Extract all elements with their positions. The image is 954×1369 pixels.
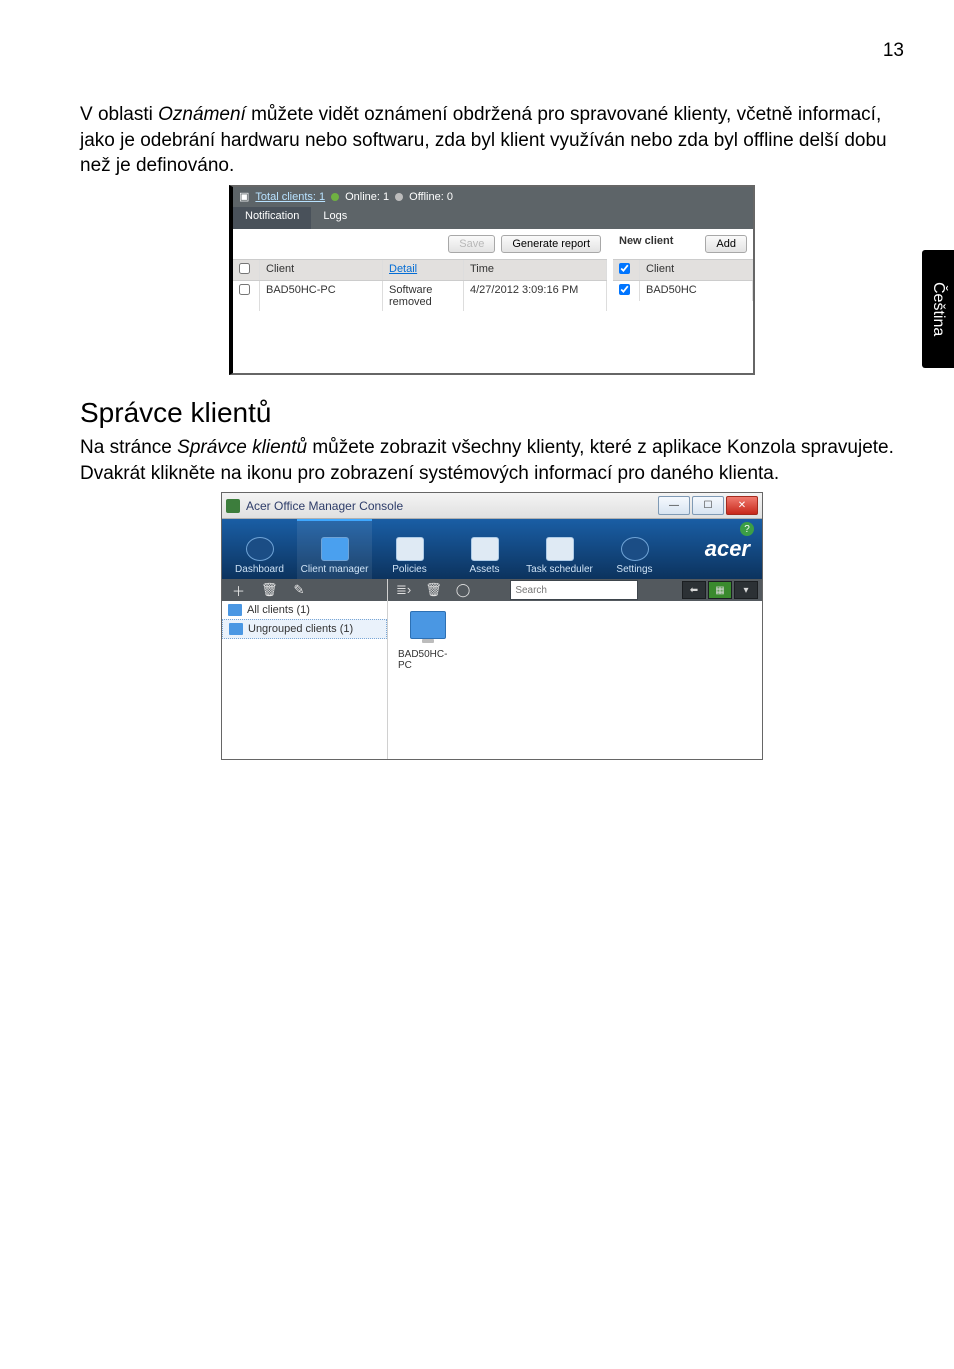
delete-client-icon[interactable]: 🗑 (425, 582, 442, 598)
dashboard-icon (246, 537, 274, 561)
nav-bar: Dashboard Client manager Policies Assets… (222, 519, 762, 579)
col-client[interactable]: Client (260, 260, 383, 280)
tab-logs[interactable]: Logs (311, 207, 359, 229)
group-icon (229, 623, 243, 635)
client-status-bar: ▣ Total clients: 1 Online: 1 Offline: 0 (233, 187, 753, 207)
col-time[interactable]: Time (464, 260, 607, 280)
client-label: BAD50HC-PC (398, 649, 458, 671)
nav-settings[interactable]: Settings (597, 519, 672, 579)
task-scheduler-icon (546, 537, 574, 561)
select-all-checkbox[interactable] (239, 263, 250, 274)
new-client-panel: New client Add Client BAD50HC (613, 229, 753, 361)
sidebar-item-ungrouped[interactable]: Ungrouped clients (1) (222, 619, 387, 639)
screenshot-client-manager: Acer Office Manager Console — ☐ ✕ ? Dash… (221, 492, 763, 760)
save-button: Save (448, 235, 495, 253)
right-select-all-checkbox[interactable] (619, 263, 630, 274)
total-clients-link[interactable]: Total clients: 1 (255, 191, 325, 203)
screenshot-notification: ▣ Total clients: 1 Online: 1 Offline: 0 … (229, 185, 755, 375)
client-manager-icon (321, 537, 349, 561)
language-tab: Čeština (922, 250, 954, 368)
notification-panel: Save Generate report Client Detail Time … (233, 229, 607, 361)
para2-italic: Správce klientů (177, 437, 307, 458)
group-icon (228, 604, 242, 616)
nav-policies[interactable]: Policies (372, 519, 447, 579)
nav-assets[interactable]: Assets (447, 519, 522, 579)
right-col-client[interactable]: Client (640, 260, 753, 280)
add-group-icon[interactable]: ＋ (232, 581, 245, 600)
nav-policies-label: Policies (392, 564, 426, 575)
para1-italic: Oznámení (158, 104, 246, 125)
settings-icon (621, 537, 649, 561)
tab-notification[interactable]: Notification (233, 207, 311, 229)
nav-dashboard-label: Dashboard (235, 564, 284, 575)
grid-view-button[interactable]: ▦ (708, 581, 732, 599)
row-checkbox[interactable] (239, 284, 250, 295)
page-number: 13 (80, 40, 904, 62)
assets-icon (471, 537, 499, 561)
move-icon[interactable]: ≣› (396, 582, 411, 598)
edit-group-icon[interactable]: ✎ (294, 582, 305, 598)
sidebar-item-label: Ungrouped clients (1) (248, 623, 353, 635)
add-button[interactable]: Add (705, 235, 747, 253)
heading-client-manager: Správce klientů (80, 397, 904, 429)
right-row-client: BAD50HC (640, 281, 753, 301)
online-dot-icon (331, 193, 339, 201)
offline-count: Offline: 0 (409, 191, 453, 203)
paragraph-1: V oblasti Oznámení můžete vidět oznámení… (80, 102, 904, 179)
sidebar: ＋ 🗑 ✎ All clients (1) Ungrouped clients … (222, 579, 388, 759)
sidebar-toolbar: ＋ 🗑 ✎ (222, 579, 387, 601)
content-toolbar: ≣› 🗑 ◯ ⬅ ▦ ▾ (388, 579, 762, 601)
grid-header: Client Detail Time (233, 259, 607, 281)
nav-settings-label: Settings (616, 564, 652, 575)
client-tile[interactable]: BAD50HC-PC (398, 611, 458, 671)
nav-task-scheduler-label: Task scheduler (526, 564, 593, 575)
row-detail: Software removed (383, 281, 464, 311)
paragraph-2: Na stránce Správce klientů můžete zobraz… (80, 435, 904, 486)
window-title: Acer Office Manager Console (246, 499, 403, 513)
right-row-checkbox[interactable] (619, 284, 630, 295)
search-input[interactable] (510, 580, 638, 600)
new-client-label: New client (619, 235, 673, 253)
minimize-button[interactable]: — (658, 496, 690, 515)
nav-dashboard[interactable]: Dashboard (222, 519, 297, 579)
nav-assets-label: Assets (469, 564, 499, 575)
sidebar-item-all-clients[interactable]: All clients (1) (222, 601, 387, 619)
row-client: BAD50HC-PC (260, 281, 383, 311)
maximize-button[interactable]: ☐ (692, 496, 724, 515)
col-detail[interactable]: Detail (389, 263, 417, 275)
acer-brand: acer (705, 536, 750, 562)
view-dropdown-button[interactable]: ▾ (734, 581, 758, 599)
table-row[interactable]: BAD50HC-PC Software removed 4/27/2012 3:… (233, 281, 607, 311)
close-button[interactable]: ✕ (726, 496, 758, 515)
window-titlebar: Acer Office Manager Console — ☐ ✕ (222, 493, 762, 519)
table-row[interactable]: BAD50HC (613, 281, 753, 301)
sidebar-item-label: All clients (1) (247, 604, 310, 616)
para2-pre: Na stránce (80, 437, 177, 458)
client-monitor-icon (410, 611, 446, 639)
nav-task-scheduler[interactable]: Task scheduler (522, 519, 597, 579)
client-content: ≣› 🗑 ◯ ⬅ ▦ ▾ BAD5 (388, 579, 762, 759)
policies-icon (396, 537, 424, 561)
para1-pre: V oblasti (80, 104, 158, 125)
nav-client-manager[interactable]: Client manager (297, 519, 372, 579)
refresh-icon[interactable]: ◯ (456, 582, 471, 598)
delete-group-icon[interactable]: 🗑 (261, 582, 278, 598)
online-count: Online: 1 (345, 191, 389, 203)
nav-client-manager-label: Client manager (301, 564, 369, 575)
app-icon (226, 499, 240, 513)
row-time: 4/27/2012 3:09:16 PM (464, 281, 607, 311)
offline-dot-icon (395, 193, 403, 201)
back-button[interactable]: ⬅ (682, 581, 706, 599)
generate-report-button[interactable]: Generate report (501, 235, 601, 253)
tabs-bar: Notification Logs (233, 207, 753, 229)
